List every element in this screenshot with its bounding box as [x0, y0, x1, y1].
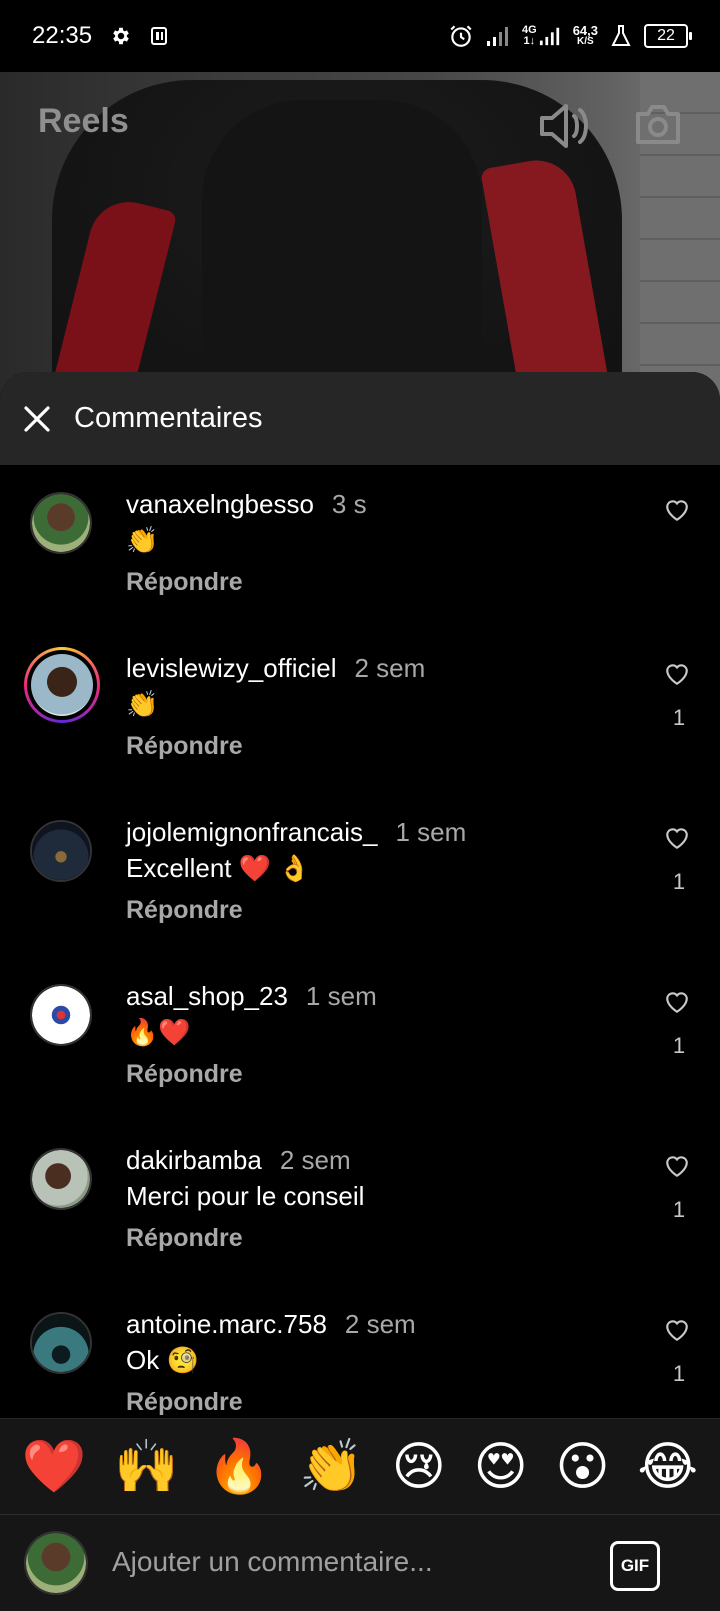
lab-icon: [611, 25, 631, 46]
heart-icon[interactable]: [664, 662, 690, 686]
comment-item: levislewizy_officiel 2 sem 👏 Répondre 1: [0, 629, 720, 793]
background-chair: [46, 80, 622, 402]
gif-button[interactable]: GIF: [610, 1541, 660, 1591]
heart-icon[interactable]: [664, 990, 690, 1014]
signal-4g-icon: 4G 1↓: [522, 25, 561, 47]
comment-time: 1 sem: [305, 981, 377, 1011]
comment-text: 👏: [126, 525, 159, 555]
comment-text: Ok 🧐: [126, 1345, 199, 1375]
sheet-title: Commentaires: [74, 402, 263, 434]
battery-icon: 22: [644, 24, 692, 48]
reply-button[interactable]: Répondre: [126, 896, 243, 925]
status-bar: 22:35 4G 1↓ 64,3 K/S 22: [0, 0, 720, 72]
speed-value: 64,3: [572, 23, 598, 38]
close-icon[interactable]: [22, 404, 52, 434]
avatar[interactable]: [30, 492, 92, 554]
alarm-icon: [450, 25, 472, 47]
comment-time: 2 sem: [279, 1145, 351, 1175]
chair-red-left: [46, 193, 178, 402]
reply-button[interactable]: Répondre: [126, 1388, 243, 1415]
comment-item: dakirbamba 2 sem Merci pour le conseil Ré…: [0, 1121, 720, 1285]
comment-item: vanaxelngbesso 3 s 👏 Répondre: [0, 465, 720, 629]
emoji-surprised-button[interactable]: 😮: [555, 1441, 609, 1493]
comment-username[interactable]: vanaxelngbesso: [126, 489, 314, 519]
sheet-header: Commentaires: [0, 372, 720, 465]
heart-icon[interactable]: [664, 1154, 690, 1178]
comment-text: 👏: [126, 689, 159, 719]
own-avatar: [24, 1531, 88, 1595]
avatar-story[interactable]: [24, 647, 100, 723]
like-count[interactable]: 1: [664, 1197, 694, 1223]
comment-list[interactable]: vanaxelngbesso 3 s 👏 Répondre levislewizy…: [0, 465, 720, 1415]
status-right: 4G 1↓ 64,3 K/S 22: [448, 23, 692, 49]
status-left: 22:35: [32, 22, 168, 50]
comment-username[interactable]: dakirbamba: [126, 1145, 262, 1175]
signal-icon: [487, 27, 508, 46]
reply-button[interactable]: Répondre: [126, 568, 243, 597]
avatar[interactable]: [30, 1148, 92, 1210]
comment-text: Merci pour le conseil: [126, 1181, 365, 1211]
app-notification-icon: [151, 27, 168, 45]
like-count[interactable]: 1: [664, 705, 694, 731]
comment-item: antoine.marc.758 2 sem Ok 🧐 Répondre 1: [0, 1285, 720, 1415]
reply-button[interactable]: Répondre: [126, 1224, 243, 1253]
comment-time: 2 sem: [344, 1309, 416, 1339]
network-speed: 64,3 K/S: [572, 23, 598, 47]
emoji-crying-button[interactable]: 😢: [392, 1441, 446, 1493]
comment-input[interactable]: [110, 1545, 574, 1579]
comment-username[interactable]: asal_shop_23: [126, 981, 288, 1011]
heart-icon[interactable]: [664, 826, 690, 850]
comment-text: Excellent ❤️ 👌: [126, 853, 311, 883]
emoji-raised-hands-button[interactable]: 🙌: [114, 1441, 179, 1493]
comment-username[interactable]: antoine.marc.758: [126, 1309, 327, 1339]
network-sub: 1↓: [523, 35, 536, 47]
heart-icon[interactable]: [664, 498, 690, 522]
speaker-icon[interactable]: [538, 102, 590, 150]
reply-button[interactable]: Répondre: [126, 1060, 243, 1089]
avatar[interactable]: [30, 820, 92, 882]
camera-icon[interactable]: [634, 102, 682, 146]
like-count[interactable]: 1: [664, 1361, 694, 1387]
avatar[interactable]: [30, 1312, 92, 1374]
reels-title: Reels: [38, 102, 129, 140]
emoji-heart-eyes-button[interactable]: 😍: [474, 1441, 528, 1493]
chair-back: [202, 100, 482, 402]
avatar[interactable]: [30, 984, 92, 1046]
like-count[interactable]: 1: [664, 869, 694, 895]
comment-item: jojolemignonfrancais_ 1 sem Excellent ❤️ …: [0, 793, 720, 957]
chair-red-right: [480, 154, 614, 402]
reply-button[interactable]: Répondre: [126, 732, 243, 761]
like-count[interactable]: 1: [664, 1033, 694, 1059]
emoji-fire-button[interactable]: 🔥: [207, 1441, 272, 1493]
comment-item: asal_shop_23 1 sem 🔥❤️ Répondre 1: [0, 957, 720, 1121]
comment-time: 3 s: [331, 489, 367, 519]
emoji-clap-button[interactable]: 👏: [299, 1441, 364, 1493]
heart-icon[interactable]: [664, 1318, 690, 1342]
comment-time: 1 sem: [395, 817, 467, 847]
emoji-quick-bar: ❤️ 🙌 🔥 👏 😢 😍 😮 😂: [0, 1418, 720, 1514]
emoji-laughing-button[interactable]: 😂: [637, 1441, 698, 1493]
comment-username[interactable]: levislewizy_officiel: [126, 653, 337, 683]
emoji-heart-button[interactable]: ❤️: [22, 1441, 87, 1493]
status-time: 22:35: [32, 22, 93, 49]
gear-icon: [113, 27, 129, 45]
comment-time: 2 sem: [354, 653, 426, 683]
comment-text: 🔥❤️: [126, 1017, 191, 1047]
comment-composer: GIF: [0, 1514, 720, 1611]
comment-username[interactable]: jojolemignonfrancais_: [126, 817, 377, 847]
